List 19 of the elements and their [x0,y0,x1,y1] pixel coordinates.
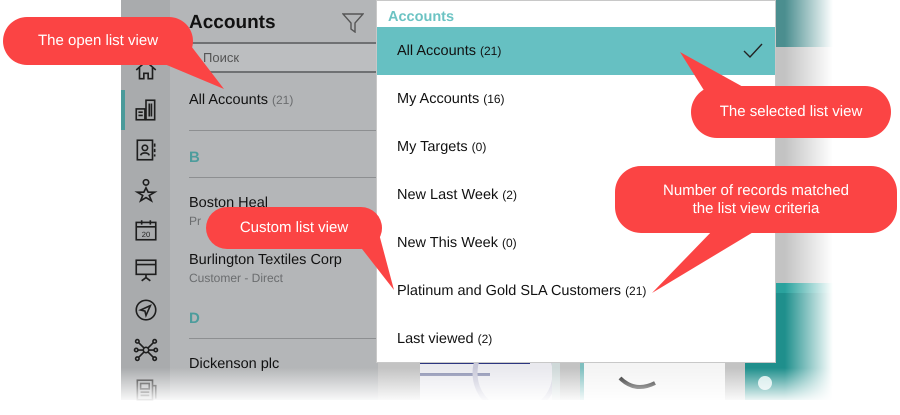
record-type: Customer - Direct [189,271,284,285]
current-list-view[interactable]: All Accounts (21) [189,92,294,108]
navigation-icon [132,297,158,323]
person-star-icon [132,177,158,203]
checkmark-icon [743,43,763,59]
record-type: Pr [189,214,201,228]
nav-item[interactable]: 20 [121,210,170,250]
menu-title: Accounts [387,8,456,27]
network-icon [132,337,158,363]
buildings-icon [132,97,158,123]
section-letter: D [189,310,200,326]
filter-icon[interactable] [342,13,364,33]
section-letter: B [189,148,200,166]
list-view-option[interactable]: Last viewed (2) [377,315,775,363]
presentation-icon [132,257,158,283]
list-view-option[interactable]: All Accounts (21) [377,27,775,75]
list-view-option[interactable]: Platinum and Gold SLA Customers (21) [377,267,775,315]
record-name: Dickenson plc [189,356,280,372]
record-name: Burlington Textiles Corp [189,252,342,268]
